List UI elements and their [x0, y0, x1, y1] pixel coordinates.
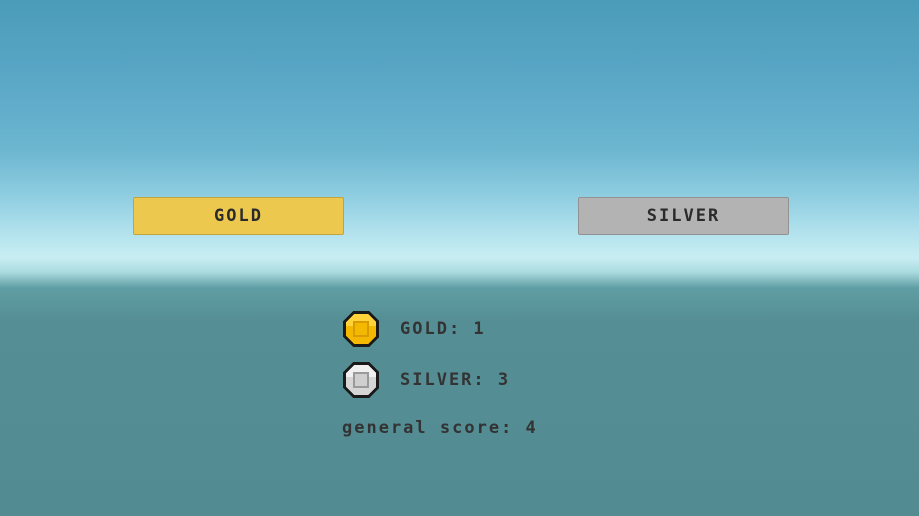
gold-button[interactable]: GOLD — [133, 197, 344, 235]
silver-button-label: SILVER — [646, 206, 721, 226]
silver-count-label: SILVER: 3 — [400, 370, 511, 390]
gold-counter: GOLD: 1 — [342, 310, 486, 348]
skybox-background — [0, 0, 919, 516]
gold-count-label: GOLD: 1 — [400, 319, 486, 339]
gold-coin-icon — [343, 311, 379, 347]
silver-coin-icon — [343, 362, 379, 398]
silver-button[interactable]: SILVER — [578, 197, 789, 235]
general-score-label: general score: 4 — [342, 418, 538, 438]
gold-button-label: GOLD — [214, 206, 263, 226]
silver-counter: SILVER: 3 — [342, 361, 510, 399]
